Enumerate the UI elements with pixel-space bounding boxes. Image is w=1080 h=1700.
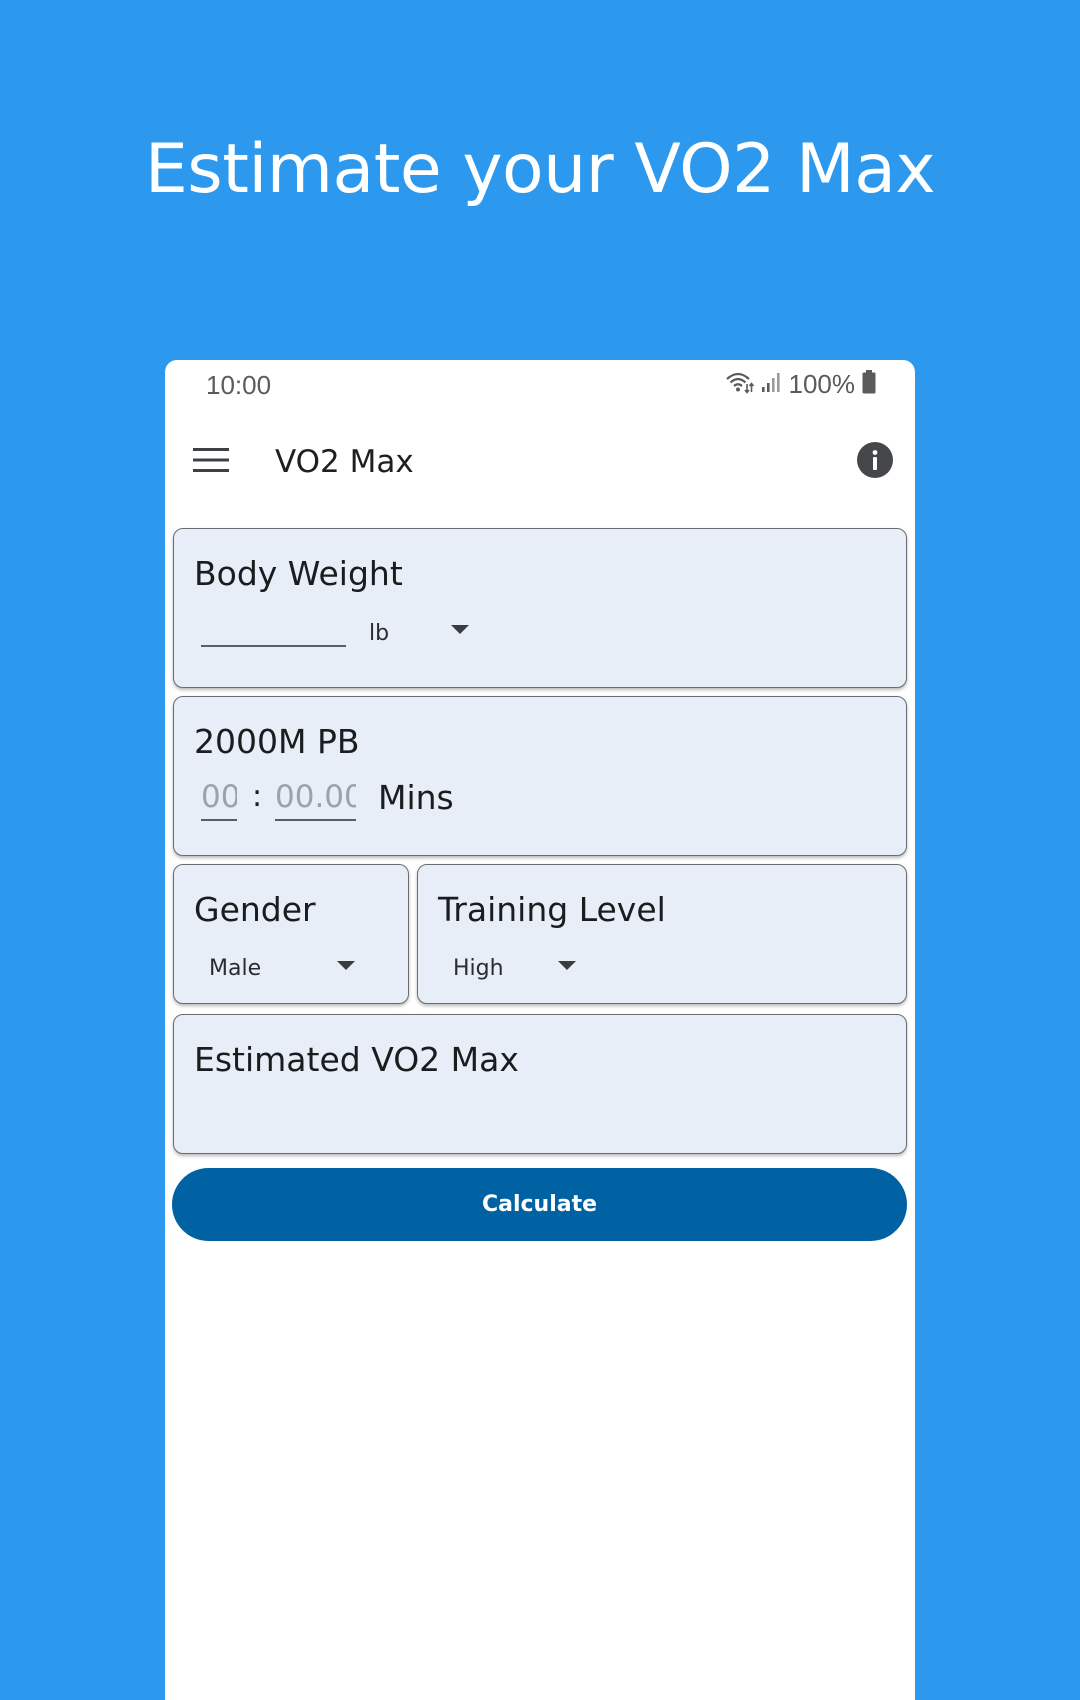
weight-unit-dropdown[interactable]: lb: [369, 617, 489, 649]
chevron-down-icon: [451, 625, 469, 634]
status-icons: 100%: [725, 369, 878, 400]
pb-seconds-input[interactable]: [275, 775, 356, 821]
training-level-value: High: [453, 955, 504, 981]
app-bar: VO2 Max: [165, 410, 915, 510]
pb-minutes-input[interactable]: [201, 775, 237, 821]
body-weight-input[interactable]: [201, 613, 346, 647]
battery-icon: [861, 369, 877, 400]
info-icon[interactable]: [853, 438, 897, 482]
gender-value: Male: [209, 955, 262, 981]
gender-dropdown[interactable]: Male: [209, 951, 369, 985]
gender-label: Gender: [194, 890, 316, 929]
battery-percentage: 100%: [788, 369, 856, 399]
calculate-button[interactable]: Calculate: [172, 1168, 907, 1241]
training-level-card: Training Level High: [417, 864, 907, 1004]
chevron-down-icon: [558, 961, 576, 970]
signal-icon: [761, 370, 783, 399]
training-level-label: Training Level: [438, 890, 666, 929]
weight-unit-value: lb: [369, 620, 390, 646]
body-weight-card: Body Weight lb: [173, 528, 907, 688]
pb-unit-label: Mins: [378, 778, 454, 817]
pb-2000m-card: 2000M PB : Mins: [173, 696, 907, 856]
estimated-vo2max-card: Estimated VO2 Max: [173, 1014, 907, 1154]
gender-card: Gender Male: [173, 864, 409, 1004]
menu-icon[interactable]: [183, 432, 239, 488]
chevron-down-icon: [337, 961, 355, 970]
phone-screen: 10:00 100% VO2 Max Body Weight lb 2000M …: [165, 360, 915, 1700]
pb-2000m-label: 2000M PB: [194, 722, 360, 761]
status-time: 10:00: [206, 370, 272, 400]
pb-time-separator: :: [252, 779, 263, 814]
promo-headline: Estimate your VO2 Max: [144, 130, 936, 209]
app-title: VO2 Max: [275, 444, 414, 480]
wifi-icon: [725, 370, 755, 399]
status-bar: 10:00 100%: [165, 360, 915, 410]
training-level-dropdown[interactable]: High: [453, 951, 593, 985]
body-weight-label: Body Weight: [194, 554, 403, 593]
estimated-vo2max-label: Estimated VO2 Max: [194, 1040, 519, 1079]
